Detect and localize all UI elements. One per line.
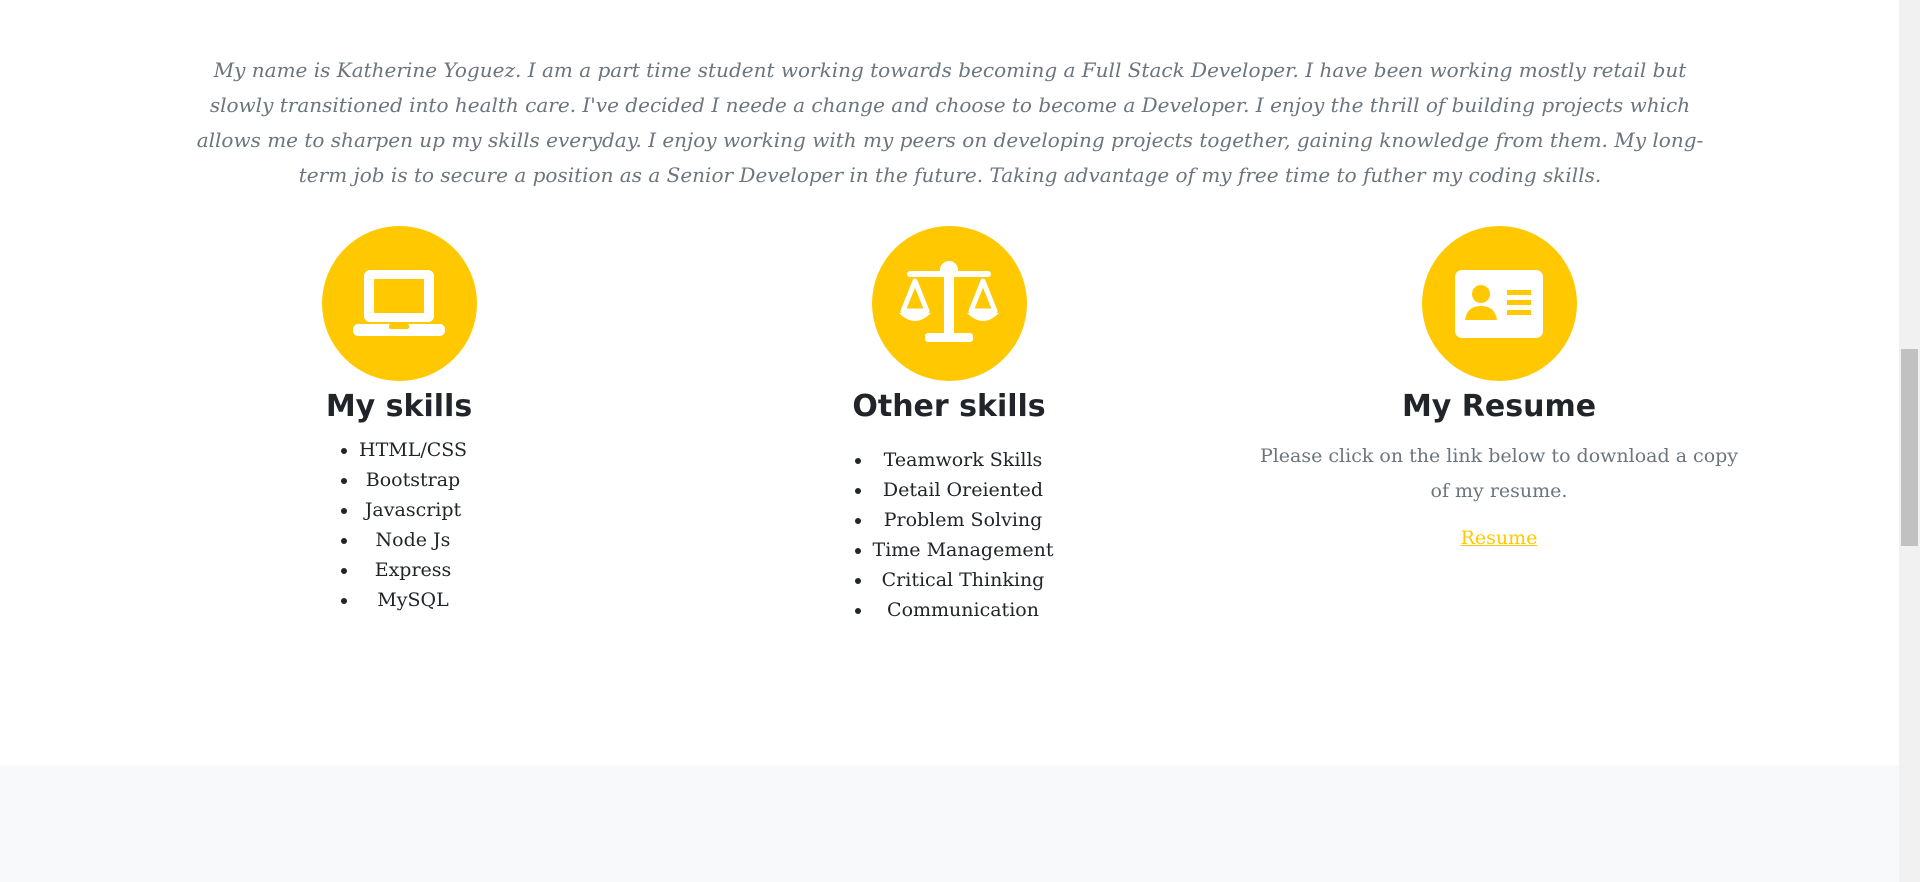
other-skill-item: Critical Thinking [873,565,1054,595]
skill-item: Node Js [359,525,467,555]
skills-title: My skills [325,389,473,424]
footer-section [0,765,1899,882]
other-skill-item: Teamwork Skills [873,445,1054,475]
skill-item: MySQL [359,585,467,615]
other-skills-column: Other skills Teamwork Skills Detail Orei… [674,226,1224,625]
about-section: My name is Katherine Yoguez. I am a part… [0,0,1899,765]
resume-download-link[interactable]: Resume [1461,527,1538,549]
other-skills-icon-circle [871,226,1027,381]
id-card-icon [1455,269,1543,338]
other-skill-item: Problem Solving [873,505,1054,535]
laptop-icon [353,269,445,336]
scrollbar-thumb[interactable] [1901,349,1918,546]
resume-icon-circle [1421,226,1577,381]
resume-title: My Resume [1401,389,1597,424]
skills-list: HTML/CSS Bootstrap Javascript Node Js Ex… [331,435,467,615]
skill-item: HTML/CSS [359,435,467,465]
balance-scale-icon [899,260,999,342]
skill-item: Bootstrap [359,465,467,495]
other-skill-item: Communication [873,595,1054,625]
page: My name is Katherine Yoguez. I am a part… [0,0,1920,882]
skill-item: Javascript [359,495,467,525]
skill-item: Express [359,555,467,585]
skills-icon-circle [321,226,477,381]
other-skills-title: Other skills [852,389,1046,424]
other-skills-list: Teamwork Skills Detail Oreiented Problem… [845,445,1054,625]
other-skill-item: Detail Oreiented [873,475,1054,505]
other-skill-item: Time Management [873,535,1054,565]
skills-column: My skills HTML/CSS Bootstrap Javascript … [124,226,674,615]
resume-description: Please click on the link below to downlo… [1259,445,1739,502]
resume-column: My Resume Please click on the link below… [1224,226,1774,549]
about-intro-text: My name is Katherine Yoguez. I am a part… [196,58,1704,187]
vertical-scrollbar[interactable] [1899,0,1920,882]
